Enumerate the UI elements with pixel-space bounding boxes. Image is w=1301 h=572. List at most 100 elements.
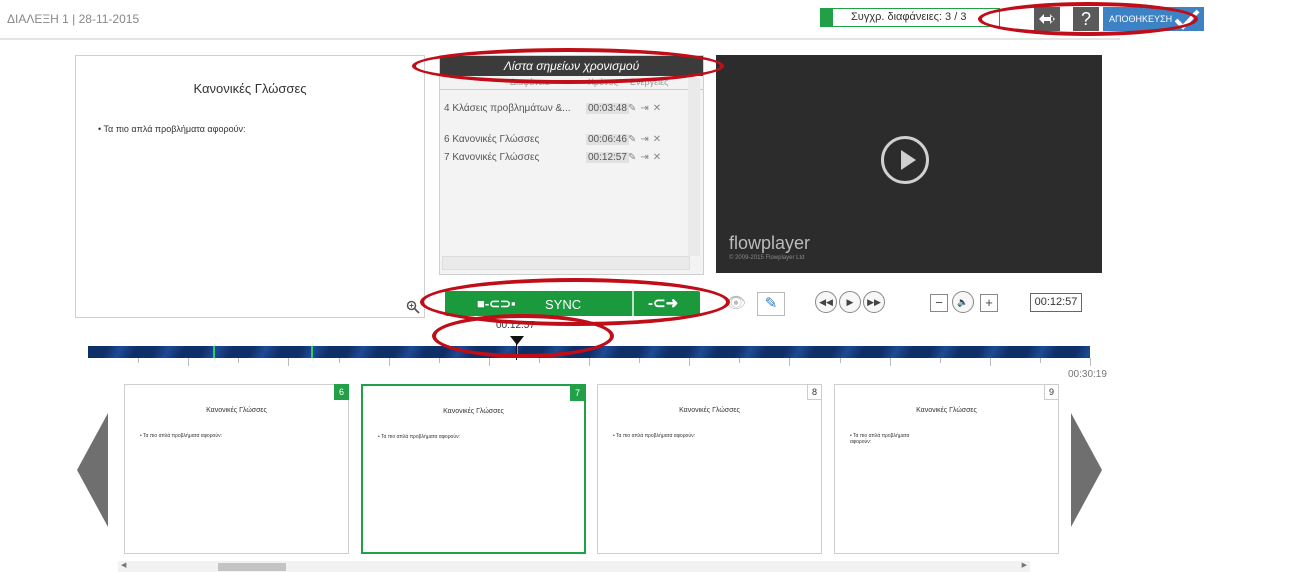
timeline-tick [288,358,289,366]
edit-icon[interactable]: ✎ [757,292,785,316]
col-time: Χρόνος [588,77,618,87]
scroll-right-icon[interactable]: ▶ [1022,561,1027,569]
sync-list-title: Λίστα σημείων χρονισμού [440,56,703,76]
thumbnails-scrollbar[interactable]: ◀ ▶ [118,561,1030,572]
player-copyright: © 2009-2015 Flowplayer Ltd [729,255,805,261]
scrollbar-thumb[interactable] [218,563,286,571]
delete-icon[interactable]: ✕ [653,134,665,145]
timeline-end-time: 00:30:19 [1068,369,1107,380]
sync-list-row[interactable]: 6 Κανονικές Γλώσσες 00:06:46 ✎⇥✕ [444,134,689,152]
synced-slides-label: Συγχρ. διαφάνειες: 3 / 3 [851,11,967,23]
timeline-tick [890,358,891,366]
timeline-tick [990,358,991,366]
sync-row-time: 00:06:46 [586,134,629,145]
sync-point-marker[interactable] [213,346,215,358]
thumbnail-title: Κανονικές Γλώσσες [206,407,267,414]
sync-row-label: 4 Κλάσεις προβλημάτων &... [444,103,571,114]
slide-thumbnail[interactable]: 8 Κανονικές Γλώσσες • Τα πιο απλά προβλή… [597,384,822,554]
lecture-title: ΔΙΑΛΕΞΗ 1 | 28-11-2015 [7,12,140,26]
jump-sync-button[interactable] [1034,7,1060,31]
timeline-tick [739,358,740,363]
slide-preview-title: Κανονικές Γλώσσες [193,81,307,96]
sync-row-time: 00:03:48 [586,103,629,114]
edit-icon[interactable]: ✎ [628,134,640,145]
slide-number-badge: 7 [570,385,585,401]
timeline-ticks [88,358,1091,370]
timeline-tick [589,358,590,366]
save-button-label: ΑΠΟΘΗΚΕΥΣΗ [1109,14,1173,24]
timeline-tick [940,358,941,363]
thumbnail-title: Κανονικές Γλώσσες [443,408,504,415]
scroll-left-icon[interactable]: ◀ [121,561,126,569]
timeline-tick [439,358,440,363]
timeline-tick [539,358,540,363]
eye-icon[interactable]: 👁 [720,292,752,316]
sync-bar-divider [632,291,634,316]
timeline-tick [138,358,139,363]
slide-thumbnail-active[interactable]: 7 Κανονικές Γλώσσες • Τα πιο απλά προβλή… [361,384,586,554]
thumbnail-title: Κανονικές Γλώσσες [916,407,977,414]
timeline-tick [238,358,239,363]
header-divider [0,38,1120,40]
rewind-icon[interactable]: ◀◀ [815,291,837,313]
thumbnail-bullet: • Τα πιο απλά προβλήματα αφορούν: [378,434,460,440]
save-button[interactable]: ΑΠΟΘΗΚΕΥΣΗ [1103,7,1204,31]
play-icon[interactable]: ▶ [839,291,861,313]
timeline-tick [840,358,841,363]
jump-to-slide-icon[interactable]: -⊂➜ [648,294,678,312]
zoom-in-icon[interactable] [406,300,420,317]
sync-list-vscroll[interactable] [688,78,700,256]
timeline-tick [639,358,640,363]
current-time-display: 00:12:57 [1030,293,1082,312]
play-overlay-icon[interactable] [881,136,929,184]
delete-icon[interactable]: ✕ [653,103,665,114]
goto-icon[interactable]: ⇥ [640,134,652,145]
slide-number-badge: 8 [807,384,822,400]
delete-icon[interactable]: ✕ [653,152,665,163]
sync-points-list: Λίστα σημείων χρονισμού Διαφάνεια Χρόνος… [439,55,704,275]
plus-icon[interactable]: + [980,294,998,312]
prev-slides-arrow[interactable] [77,413,108,527]
timeline-tick [1040,358,1041,363]
col-slide: Διαφάνεια [510,77,550,87]
sync-row-label: 7 Κανονικές Γλώσσες [444,152,540,163]
col-actions: Ενέργειες [630,77,669,87]
sync-button[interactable]: ■-⊂⊃▪ SYNC -⊂➜ [445,291,700,316]
next-slides-arrow[interactable] [1071,413,1102,527]
timeline-tick [339,358,340,363]
sync-list-row[interactable]: 7 Κανονικές Γλώσσες 00:12:57 ✎⇥✕ [444,152,689,170]
plug-icon: ■-⊂⊃▪ [477,296,516,311]
slide-preview: Κανονικές Γλώσσες • Τα πιο απλά προβλήμα… [75,55,425,318]
timeline-tick [689,358,690,366]
slide-number-badge: 6 [334,384,349,400]
video-player[interactable]: flowplayer © 2009-2015 Flowplayer Ltd [716,55,1102,273]
jump-to-slide-icon [1039,14,1055,24]
timeline-tick [389,358,390,366]
volume-icon[interactable]: 🔈 [952,291,974,313]
thumbnail-bullet: • Τα πιο απλά προβλήματα αφορούν: [140,433,222,439]
help-button[interactable]: ? [1073,7,1099,31]
sync-list-hscroll[interactable] [442,256,690,270]
thumbnail-title: Κανονικές Γλώσσες [679,407,740,414]
timeline-cursor-time: 00:12:57 [496,320,535,331]
timeline-bar[interactable] [88,344,1090,360]
sync-point-marker[interactable] [311,346,313,358]
timeline-cursor-arrow[interactable] [510,336,524,345]
sync-row-time: 00:12:57 [586,152,629,163]
slide-thumbnail[interactable]: 6 Κανονικές Γλώσσες • Τα πιο απλά προβλή… [124,384,349,554]
slide-number-badge: 9 [1044,384,1059,400]
sync-list-row[interactable]: 4 Κλάσεις προβλημάτων &... 00:03:48 ✎⇥✕ [444,103,689,121]
goto-icon[interactable]: ⇥ [640,152,652,163]
edit-icon[interactable]: ✎ [628,152,640,163]
sync-row-label: 6 Κανονικές Γλώσσες [444,134,540,145]
player-brand: flowplayer [729,233,811,253]
edit-icon[interactable]: ✎ [628,103,640,114]
goto-icon[interactable]: ⇥ [640,103,652,114]
checkmark-icon [1174,9,1200,30]
thumbnail-bullet: • Τα πιο απλά προβλήματα αφορούν: [850,433,910,445]
slide-thumbnail[interactable]: 9 Κανονικές Γλώσσες • Τα πιο απλά προβλή… [834,384,1059,554]
fast-forward-icon[interactable]: ▶▶ [863,291,885,313]
synced-slides-counter: Συγχρ. διαφάνειες: 3 / 3 [820,8,1000,27]
minus-icon[interactable]: − [930,294,948,312]
timeline-tick [489,358,490,366]
